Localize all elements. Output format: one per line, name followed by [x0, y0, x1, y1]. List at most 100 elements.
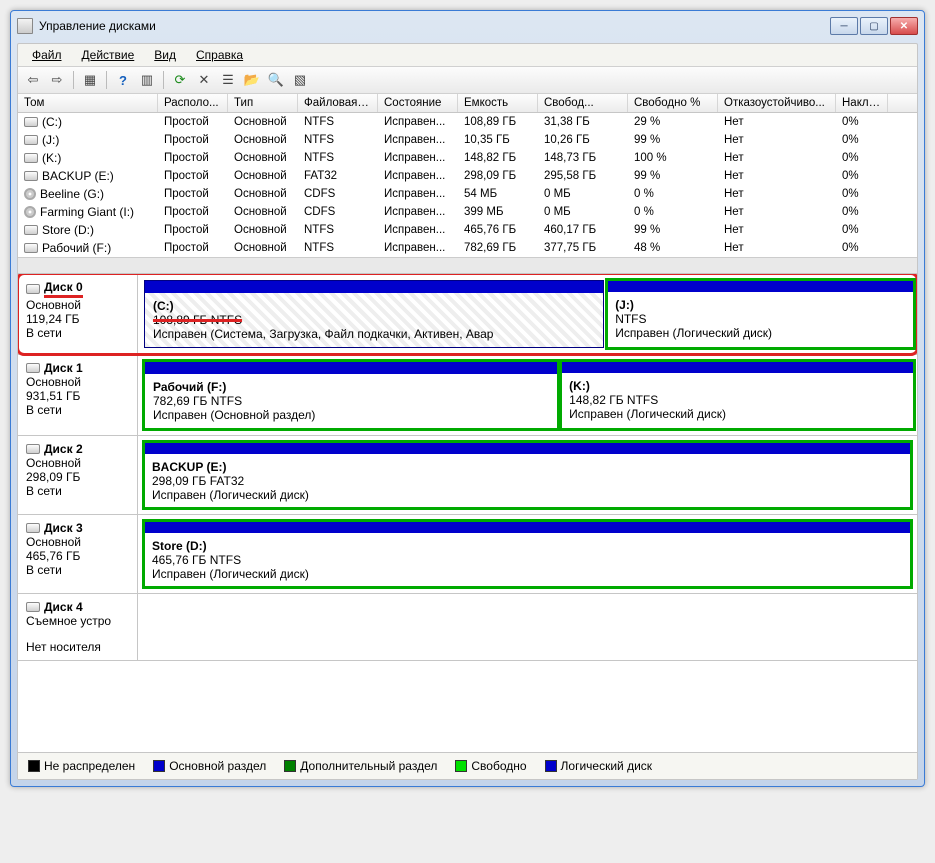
maximize-button[interactable]: ▢ [860, 17, 888, 35]
cell-layout: Простой [158, 222, 228, 238]
table-row[interactable]: Beeline (G:)ПростойОсновнойCDFSИсправен.… [18, 185, 917, 203]
table-row[interactable]: (J:)ПростойОсновнойNTFSИсправен...10,35 … [18, 131, 917, 149]
back-icon[interactable]: ⇦ [22, 69, 44, 91]
columns-header: Том Располо... Тип Файловая с... Состоян… [18, 94, 917, 113]
toggle-console-icon[interactable]: ▦ [79, 69, 101, 91]
col-layout[interactable]: Располо... [158, 94, 228, 112]
partition-status: Исправен (Система, Загрузка, Файл подкач… [153, 327, 595, 341]
cell-capacity: 108,89 ГБ [458, 114, 538, 130]
partition-header [561, 361, 914, 373]
col-state[interactable]: Состояние [378, 94, 458, 112]
disk-meta[interactable]: Диск 1Основной931,51 ГБВ сети [18, 355, 138, 435]
disk-meta[interactable]: Диск 0Основной119,24 ГБВ сети [18, 274, 138, 354]
cell-type: Основной [228, 168, 298, 184]
cell-layout: Простой [158, 168, 228, 184]
col-overhead[interactable]: Наклад... [836, 94, 888, 112]
volume-name: BACKUP (E:) [42, 169, 114, 183]
horizontal-scrollbar[interactable] [18, 257, 917, 273]
cell-freepct: 29 % [628, 114, 718, 130]
col-capacity[interactable]: Емкость [458, 94, 538, 112]
menu-action[interactable]: Действие [74, 46, 143, 64]
col-volume[interactable]: Том [18, 94, 158, 112]
disk-status: В сети [26, 563, 129, 577]
col-fs[interactable]: Файловая с... [298, 94, 378, 112]
cell-fault: Нет [718, 240, 836, 256]
drive-icon [24, 135, 38, 145]
disk-status: В сети [26, 403, 129, 417]
col-fault[interactable]: Отказоустойчиво... [718, 94, 836, 112]
refresh-icon[interactable]: ⟳ [169, 69, 191, 91]
cell-type: Основной [228, 186, 298, 202]
col-type[interactable]: Тип [228, 94, 298, 112]
minimize-button[interactable]: ─ [830, 17, 858, 35]
partition[interactable]: (K:)148,82 ГБ NTFSИсправен (Логический д… [561, 361, 914, 429]
cell-freepct: 0 % [628, 186, 718, 202]
cell-type: Основной [228, 222, 298, 238]
close-button[interactable]: ✕ [890, 17, 918, 35]
partition-body: Рабочий (F:)782,69 ГБ NTFSИсправен (Осно… [145, 374, 557, 428]
partition-label: Рабочий (F:) [153, 380, 549, 394]
cell-capacity: 54 МБ [458, 186, 538, 202]
partition-label: (C:) [153, 299, 595, 313]
disk-status: Нет носителя [26, 640, 129, 654]
cell-layout: Простой [158, 186, 228, 202]
table-row[interactable]: Store (D:)ПростойОсновнойNTFSИсправен...… [18, 221, 917, 239]
wizard-icon[interactable]: ▧ [289, 69, 311, 91]
drive-icon [24, 243, 38, 253]
toolbar-divider [106, 71, 107, 89]
disk-row: Диск 3Основной465,76 ГБВ сетиStore (D:)4… [18, 515, 917, 594]
cell-fs: NTFS [298, 114, 378, 130]
disk-size: 119,24 ГБ [26, 312, 129, 326]
drive-icon [24, 117, 38, 127]
cell-type: Основной [228, 114, 298, 130]
disk-meta[interactable]: Диск 4Съемное устроНет носителя [18, 594, 138, 660]
cell-type: Основной [228, 150, 298, 166]
disk-meta[interactable]: Диск 3Основной465,76 ГБВ сети [18, 515, 138, 593]
partition-body: (K:)148,82 ГБ NTFSИсправен (Логический д… [561, 373, 914, 429]
partition[interactable]: (J:)NTFSИсправен (Логический диск) [607, 280, 914, 348]
table-row[interactable]: Рабочий (F:)ПростойОсновнойNTFSИсправен.… [18, 239, 917, 257]
cell-capacity: 399 МБ [458, 204, 538, 220]
disk-kind: Основной [26, 375, 129, 389]
disk-kind: Съемное устро [26, 614, 129, 628]
partition[interactable]: Рабочий (F:)782,69 ГБ NTFSИсправен (Осно… [144, 361, 558, 429]
partition[interactable]: Store (D:)465,76 ГБ NTFSИсправен (Логиче… [144, 521, 911, 587]
disk-row: Диск 1Основной931,51 ГБВ сетиРабочий (F:… [18, 355, 917, 436]
partition-body: (J:)NTFSИсправен (Логический диск) [607, 292, 914, 348]
search-icon[interactable]: 🔍 [265, 69, 287, 91]
cell-capacity: 465,76 ГБ [458, 222, 538, 238]
cell-capacity: 148,82 ГБ [458, 150, 538, 166]
cell-type: Основной [228, 204, 298, 220]
disk-meta[interactable]: Диск 2Основной298,09 ГБВ сети [18, 436, 138, 514]
properties-icon[interactable]: ▥ [136, 69, 158, 91]
cell-freepct: 99 % [628, 132, 718, 148]
forward-icon[interactable]: ⇨ [46, 69, 68, 91]
help-icon[interactable]: ? [112, 69, 134, 91]
delete-icon[interactable]: ✕ [193, 69, 215, 91]
cell-free: 460,17 ГБ [538, 222, 628, 238]
open-icon[interactable]: 📂 [241, 69, 263, 91]
partition[interactable]: (C:)108,89 ГБ NTFSИсправен (Система, Заг… [144, 280, 604, 348]
table-row[interactable]: (K:)ПростойОсновнойNTFSИсправен...148,82… [18, 149, 917, 167]
table-row[interactable]: (C:)ПростойОсновнойNTFSИсправен...108,89… [18, 113, 917, 131]
titlebar[interactable]: Управление дисками ─ ▢ ✕ [11, 11, 924, 41]
cell-state: Исправен... [378, 132, 458, 148]
cell-free: 377,75 ГБ [538, 240, 628, 256]
menu-view[interactable]: Вид [146, 46, 184, 64]
col-freepct[interactable]: Свободно % [628, 94, 718, 112]
legend-extended: Дополнительный раздел [284, 759, 437, 773]
cell-fault: Нет [718, 132, 836, 148]
partition[interactable]: BACKUP (E:)298,09 ГБ FAT32Исправен (Логи… [144, 442, 911, 508]
table-row[interactable]: Farming Giant (I:)ПростойОсновнойCDFSИсп… [18, 203, 917, 221]
disk-size: 931,51 ГБ [26, 389, 129, 403]
table-row[interactable]: BACKUP (E:)ПростойОсновнойFAT32Исправен.… [18, 167, 917, 185]
volume-name: Beeline (G:) [40, 187, 104, 201]
menu-help[interactable]: Справка [188, 46, 251, 64]
partition-size: 465,76 ГБ NTFS [152, 553, 903, 567]
cell-freepct: 99 % [628, 168, 718, 184]
settings-icon[interactable]: ☰ [217, 69, 239, 91]
disk-icon [26, 523, 40, 533]
menu-file[interactable]: Файл [24, 46, 70, 64]
cell-free: 148,73 ГБ [538, 150, 628, 166]
col-free[interactable]: Свобод... [538, 94, 628, 112]
